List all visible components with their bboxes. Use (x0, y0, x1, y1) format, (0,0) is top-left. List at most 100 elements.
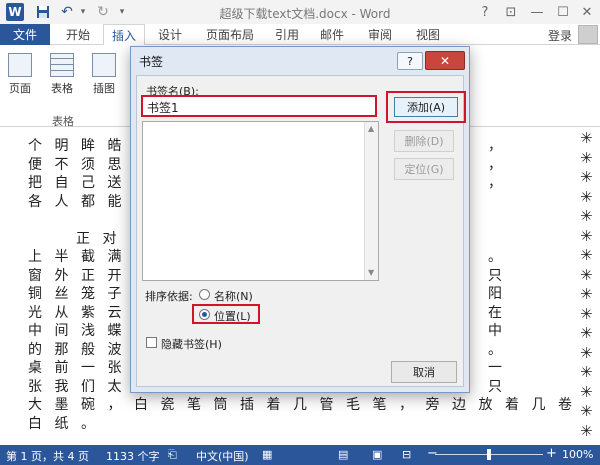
document-line-tail: 。 (488, 341, 515, 358)
document-line-tail: ， (488, 156, 515, 173)
zoom-slider-thumb[interactable] (487, 449, 491, 460)
tab-references[interactable]: 引用 (268, 24, 306, 45)
tab-mailings[interactable]: 邮件 (312, 24, 352, 45)
language[interactable]: 中文(中国) (196, 448, 249, 464)
tab-file[interactable]: 文件 (0, 24, 50, 45)
document-line-tail: 只 (488, 378, 515, 395)
document-line: 把自己送 (28, 175, 134, 191)
undo-icon[interactable]: ↶ (58, 3, 76, 21)
border-star-icon: ✳ (580, 226, 593, 245)
document-line-tail: 。 (488, 249, 515, 265)
border-star-icon: ✳ (580, 324, 593, 342)
table-button[interactable]: 表格 (50, 53, 74, 96)
border-star-icon: ✳ (580, 246, 593, 264)
document-line: 的那般波 (28, 341, 134, 358)
sort-by-label: 排序依据: (145, 290, 193, 303)
print-layout-icon[interactable]: ▣ (372, 448, 382, 461)
bookmark-name-input[interactable]: 书签1 (141, 95, 377, 117)
page-icon (8, 53, 32, 77)
status-bar: 第 1 页，共 4 页 1133 个字 ⎗ 中文(中国) ▦ ▤ ▣ ⊟ − +… (0, 445, 600, 465)
delete-button[interactable]: 删除(D) (394, 130, 454, 152)
document-line: 桌前一张 (28, 360, 134, 376)
table-icon (50, 53, 74, 77)
border-star-icon: ✳ (580, 304, 593, 323)
picture-icon (92, 53, 116, 77)
add-button[interactable]: 添加(A) (394, 97, 458, 117)
dialog-help-button[interactable]: ? (397, 52, 423, 70)
document-line: 上半截满 (28, 249, 134, 265)
pages-button[interactable]: 页面 (8, 53, 32, 96)
minimize-button[interactable]: — (526, 2, 548, 22)
document-line: 中间浅蝶 (28, 323, 134, 339)
border-star-icon: ✳ (580, 343, 593, 362)
read-mode-icon[interactable]: ▤ (338, 448, 348, 461)
tab-view[interactable]: 视图 (408, 24, 448, 45)
pages-label: 页面 (9, 82, 31, 95)
border-star-icon: ✳ (580, 129, 593, 147)
border-star-icon: ✳ (580, 421, 593, 440)
document-line: 个明眸皓 (28, 138, 134, 154)
table-label: 表格 (51, 82, 73, 95)
tab-review[interactable]: 审阅 (360, 24, 400, 45)
scroll-down-icon[interactable]: ▼ (368, 268, 374, 277)
ribbon-display-icon[interactable]: ⊡ (500, 2, 522, 22)
border-star-icon: ✳ (580, 265, 593, 284)
goto-button[interactable]: 定位(G) (394, 158, 454, 180)
document-line-tail: 中 (488, 323, 515, 339)
illustrations-button[interactable]: 插图 (92, 53, 116, 96)
sort-by-name-radio[interactable] (199, 289, 210, 300)
hidden-bookmarks-label[interactable]: 隐藏书签(H) (161, 336, 222, 352)
dialog-title: 书签 (139, 55, 164, 69)
document-line-tail: 一 (488, 360, 515, 376)
document-line-tail: ， (488, 175, 515, 191)
illustrations-label: 插图 (93, 82, 115, 95)
tab-page-layout[interactable]: 页面布局 (198, 24, 262, 45)
document-line: 白纸。 (28, 415, 108, 432)
word-logo-icon: W (6, 3, 24, 21)
sort-by-name-label[interactable]: 名称(N) (214, 288, 253, 304)
sort-by-position-label[interactable]: 位置(L) (214, 308, 251, 324)
macro-icon[interactable]: ▦ (262, 448, 272, 461)
document-line: 便不须思 (28, 156, 134, 173)
ribbon-tabs: 文件 开始 插入 设计 页面布局 引用 邮件 审阅 视图 登录 (0, 24, 600, 46)
undo-dropdown-icon[interactable]: ▾ (78, 3, 88, 21)
avatar[interactable] (578, 25, 598, 44)
login-link[interactable]: 登录 (548, 27, 572, 44)
bookmark-list[interactable]: ▲ ▼ (142, 121, 379, 281)
tab-insert[interactable]: 插入 (103, 24, 145, 46)
customize-toolbar-icon[interactable]: ▾ (116, 3, 128, 21)
dialog-close-button[interactable]: ✕ (425, 51, 465, 70)
scroll-up-icon[interactable]: ▲ (368, 124, 374, 133)
document-line-tail: ， (488, 138, 515, 154)
window-title: 超级下载text文档.docx - Word (219, 7, 391, 21)
document-line: 大墨碗，白瓷笔筒插着几管毛笔，旁边放着几卷 (28, 397, 585, 413)
border-star-icon: ✳ (580, 168, 593, 186)
border-star-icon: ✳ (580, 148, 593, 167)
title-bar: W ↶ ▾ ↻ ▾ 超级下载text文档.docx - Word ? ⊡ — ☐… (0, 0, 600, 24)
document-line: 正对 (76, 230, 129, 247)
zoom-in-button[interactable]: + (546, 446, 557, 461)
save-icon[interactable] (34, 3, 52, 21)
word-count[interactable]: 1133 个字 (106, 448, 160, 464)
zoom-level[interactable]: 100% (562, 448, 593, 461)
web-layout-icon[interactable]: ⊟ (402, 448, 411, 461)
border-star-icon: ✳ (580, 285, 593, 303)
document-line: 窗外正开 (28, 267, 134, 284)
help-icon[interactable]: ? (474, 2, 496, 22)
proofing-icon[interactable]: ⎗ (168, 448, 177, 462)
redo-icon[interactable]: ↻ (94, 3, 112, 21)
document-line: 铜丝笼子 (28, 286, 134, 302)
tab-home[interactable]: 开始 (58, 24, 98, 45)
document-line-tail: 阳 (488, 286, 515, 302)
sort-by-position-radio[interactable] (199, 309, 210, 320)
bookmark-list-scrollbar[interactable]: ▲ ▼ (364, 122, 378, 280)
hidden-bookmarks-checkbox[interactable] (146, 337, 157, 348)
cancel-button[interactable]: 取消 (391, 361, 457, 383)
maximize-button[interactable]: ☐ (552, 2, 574, 22)
close-button[interactable]: ✕ (576, 2, 598, 22)
add-button-highlight: 添加(A) (386, 91, 466, 123)
bookmark-dialog: 书签 ? ✕ 书签名(B): 书签1 ▲ ▼ 添加(A) 删除(D) 定位(G)… (130, 46, 470, 393)
tab-design[interactable]: 设计 (150, 24, 190, 45)
page-count[interactable]: 第 1 页，共 4 页 (6, 448, 89, 464)
document-line: 各人都能 (28, 193, 134, 210)
